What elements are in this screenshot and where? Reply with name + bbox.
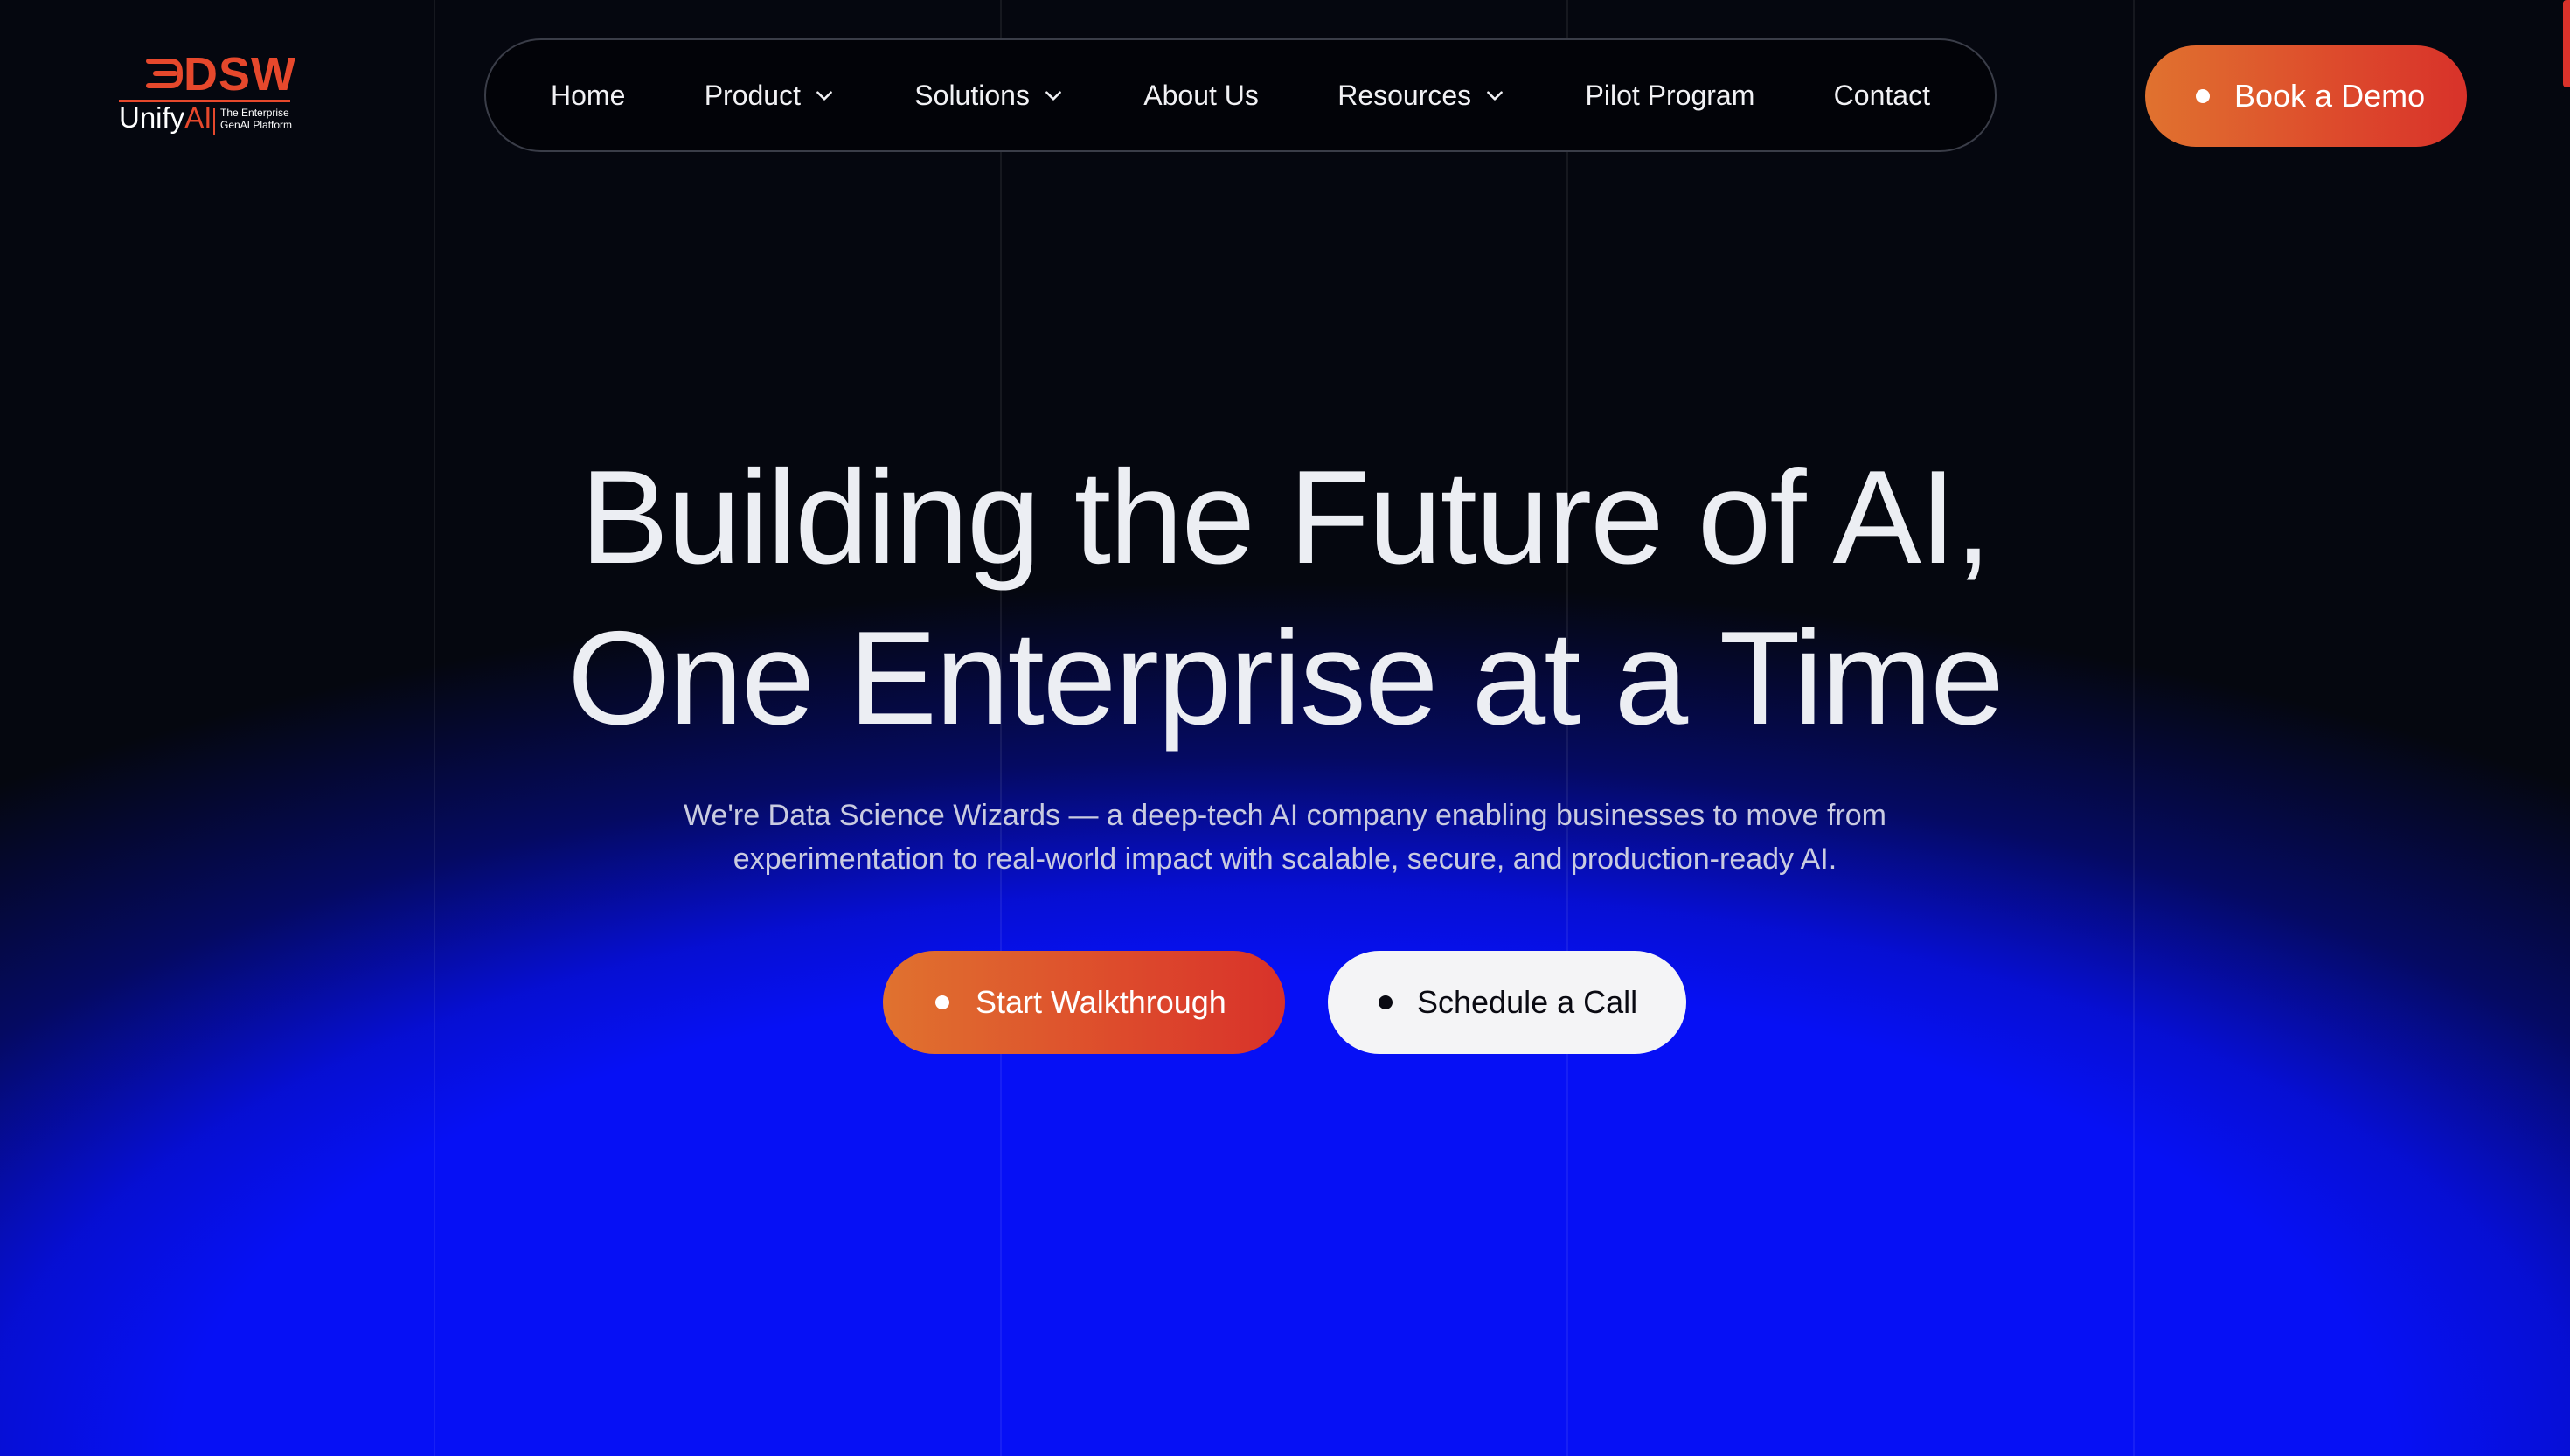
dsw-logo-mark: DSW (145, 48, 295, 101)
nav-item-label: Pilot Program (1585, 79, 1755, 111)
schedule-call-button[interactable]: Schedule a Call (1328, 951, 1686, 1054)
hero-subtitle-line1: We're Data Science Wizards — a deep-tech… (684, 799, 1886, 832)
hero-subtitle: We're Data Science Wizards — a deep-tech… (586, 794, 1984, 881)
nav-item-resources[interactable]: Resources (1337, 80, 1506, 112)
nav-item-pilot-program[interactable]: Pilot Program (1586, 80, 1755, 112)
nav-item-label: Contact (1833, 79, 1930, 111)
nav-item-label: About Us (1143, 79, 1259, 111)
nav-item-solutions[interactable]: Solutions (914, 80, 1065, 112)
logo-brand: UnifyAI (119, 101, 212, 135)
logo-brand-prefix: Unify (119, 101, 185, 134)
nav-item-label: Home (551, 79, 626, 111)
book-demo-label: Book a Demo (2234, 78, 2426, 114)
nav-item-about-us[interactable]: About Us (1143, 80, 1259, 112)
nav-item-label: Solutions (914, 79, 1030, 111)
nav-item-contact[interactable]: Contact (1834, 80, 1930, 112)
nav-item-label: Product (704, 79, 801, 111)
hero-title: Building the Future of AI, One Enterpris… (411, 437, 2159, 759)
chevron-down-icon (816, 91, 832, 101)
logo[interactable]: DSW UnifyAI The Enterprise GenAI Platfor… (119, 48, 295, 138)
scrollbar-thumb[interactable] (2563, 0, 2570, 87)
logo-mark-text: DSW (184, 48, 296, 101)
nav-item-product[interactable]: Product (705, 80, 836, 112)
chevron-down-icon (1487, 91, 1504, 101)
nav-item-home[interactable]: Home (551, 80, 625, 112)
start-walkthrough-label: Start Walkthrough (976, 984, 1226, 1020)
book-demo-button[interactable]: Book a Demo (2145, 45, 2467, 147)
bullet-dot-icon (1379, 995, 1393, 1009)
nav-item-label: Resources (1337, 79, 1472, 111)
bullet-dot-icon (935, 995, 949, 1009)
schedule-call-label: Schedule a Call (1417, 984, 1638, 1020)
start-walkthrough-button[interactable]: Start Walkthrough (883, 951, 1285, 1054)
hero-title-line2: One Enterprise at a Time (567, 604, 2004, 752)
chevron-down-icon (1045, 91, 1061, 101)
speed-lines-icon (146, 59, 183, 88)
logo-brand-suffix: AI (184, 101, 212, 134)
main-nav: Home Product Solutions About Us Resource… (484, 38, 1997, 152)
logo-divider (213, 108, 215, 135)
bullet-dot-icon (2196, 89, 2210, 103)
hero-title-line1: Building the Future of AI, (580, 443, 1992, 592)
hero-subtitle-line2: experimentation to real-world impact wit… (733, 842, 1837, 876)
logo-tagline: The Enterprise GenAI Platform (220, 107, 293, 131)
